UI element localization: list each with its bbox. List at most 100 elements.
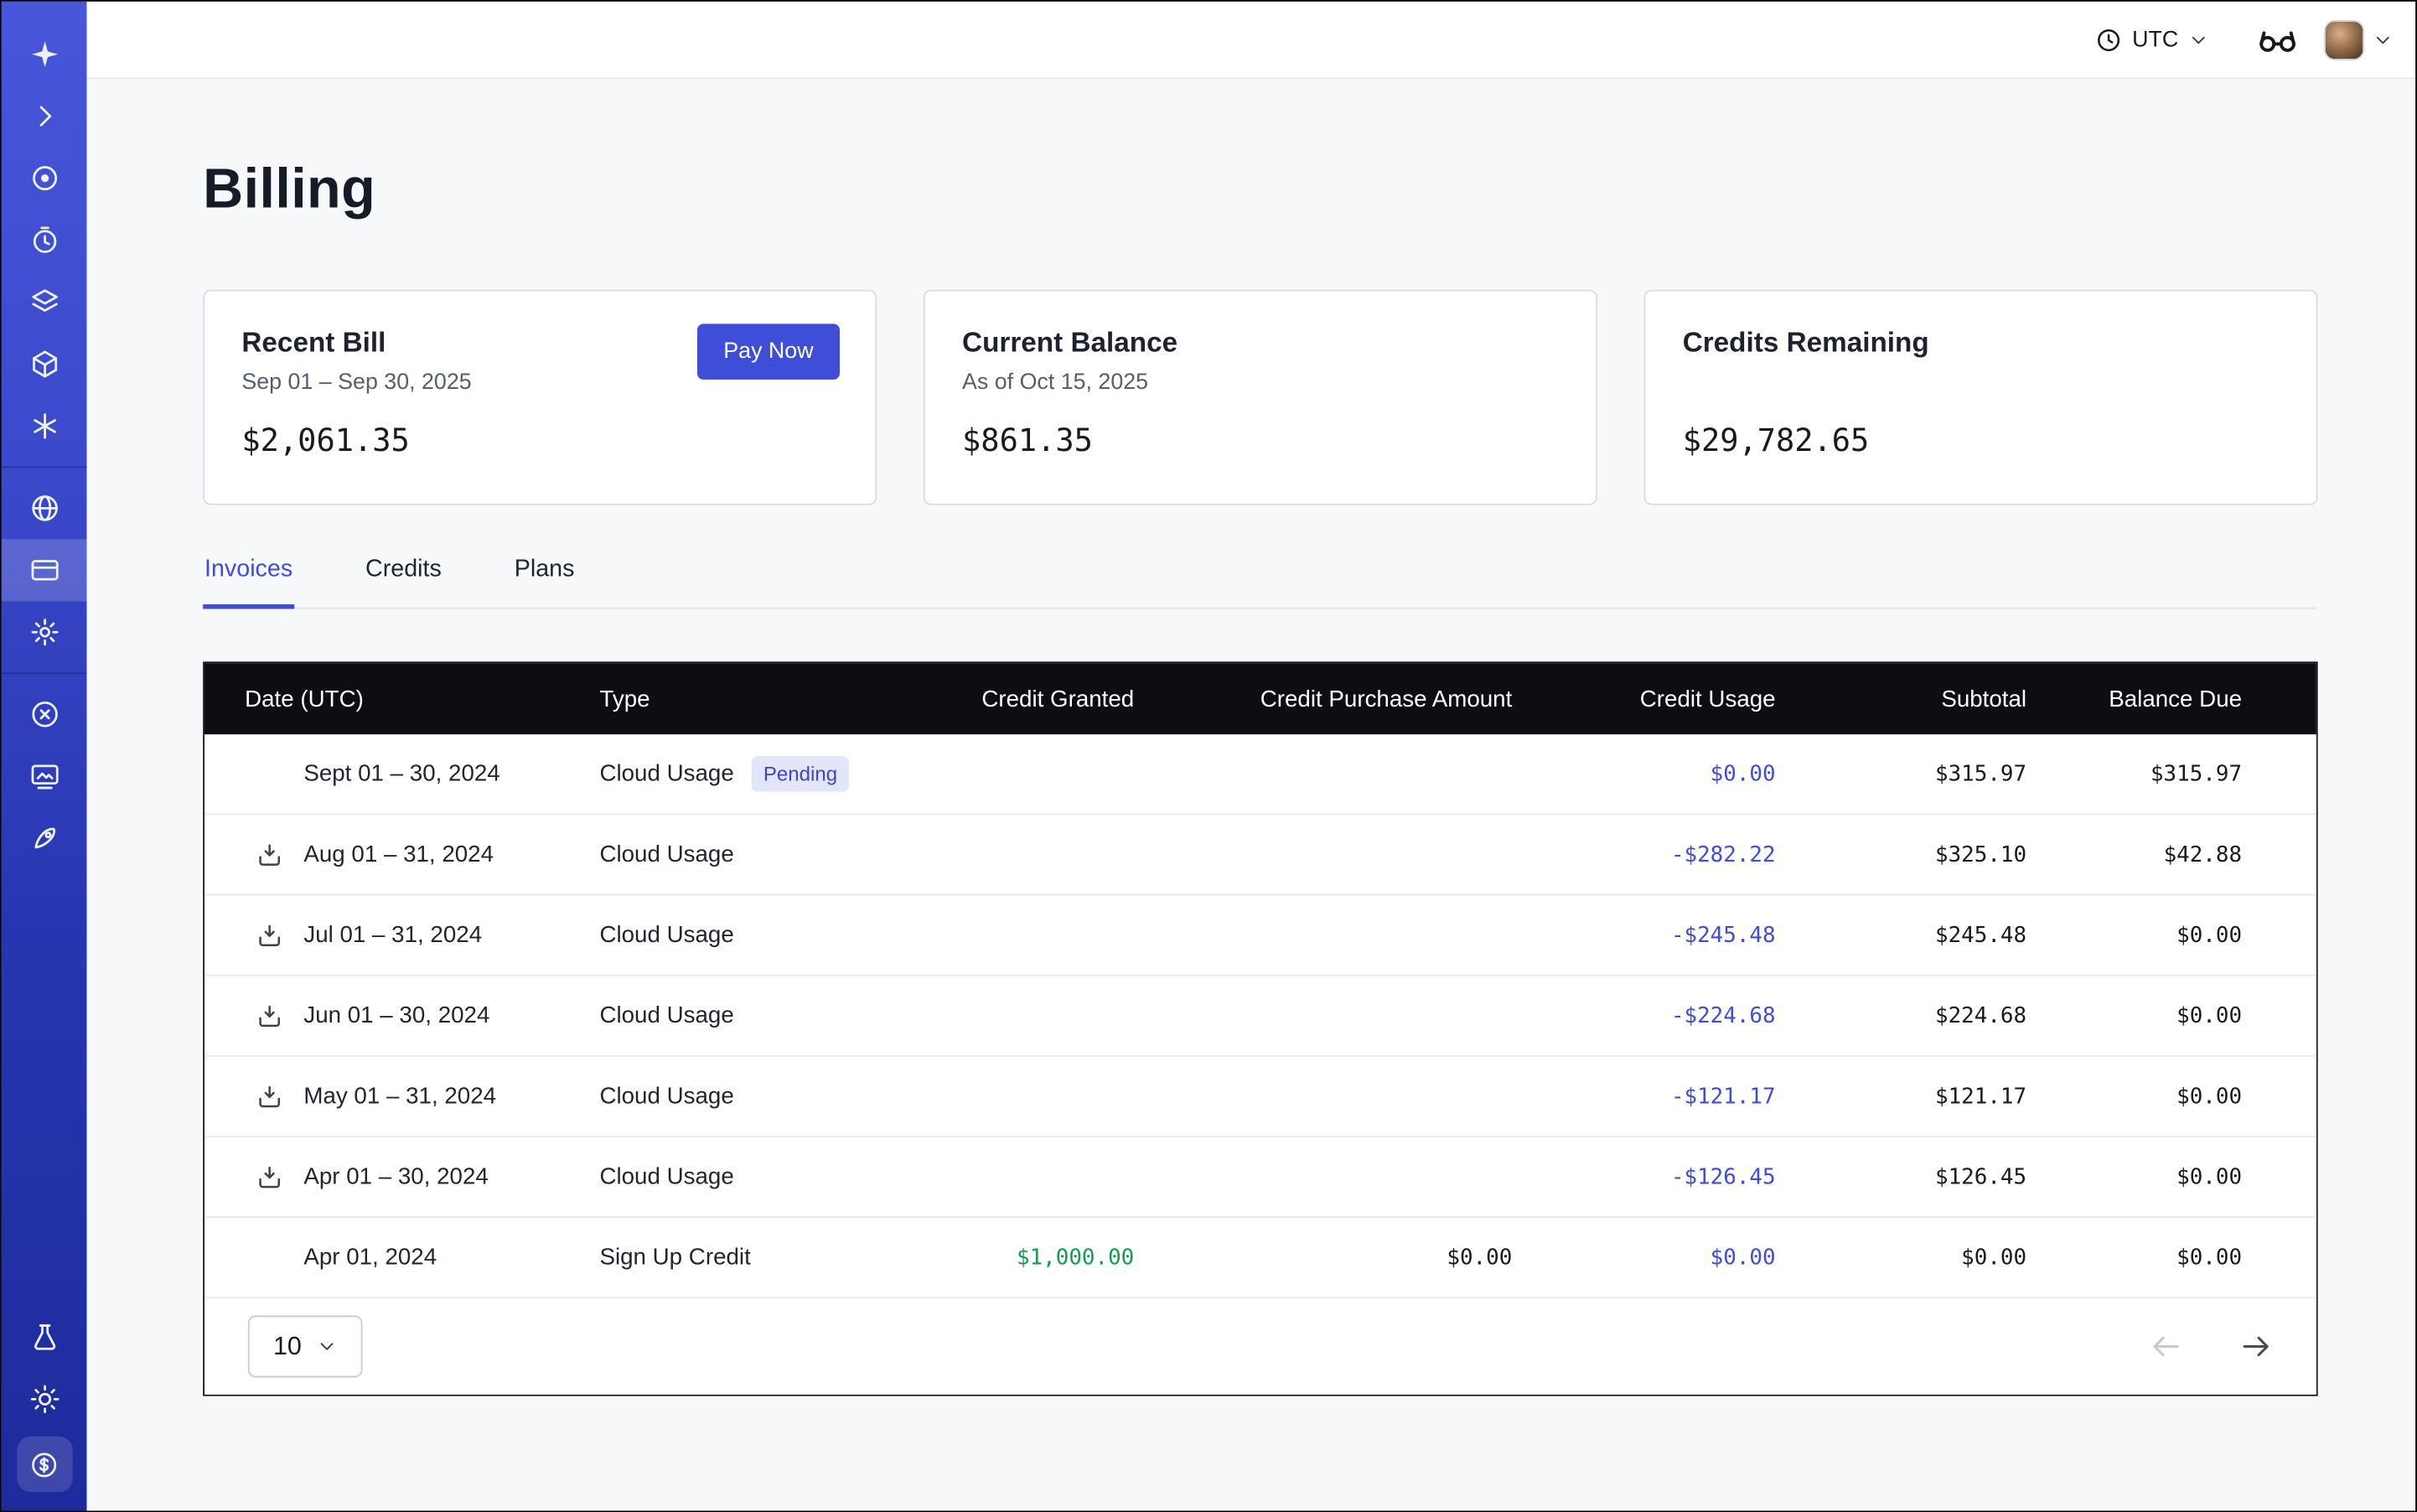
credit-usage-cell: -$126.45 [1512, 1164, 1775, 1189]
gear-icon [28, 617, 60, 648]
invoice-date-cell: Sept 01 – 30, 2024 [204, 760, 599, 788]
sidebar-item-flask[interactable] [2, 1306, 87, 1368]
tab-credits[interactable]: Credits [364, 557, 443, 608]
subtotal-cell: $245.48 [1776, 923, 2026, 948]
invoice-date-cell: Apr 01 – 30, 2024 [204, 1162, 599, 1190]
flask-icon [28, 1322, 60, 1353]
tab-plans[interactable]: Plans [513, 557, 576, 608]
sidebar-item-timer[interactable] [2, 210, 87, 272]
credit-usage-cell: -$224.68 [1512, 1003, 1775, 1028]
sidebar-item-cube[interactable] [2, 333, 87, 395]
sidebar-item-rocket[interactable] [2, 807, 87, 869]
logo-icon [28, 39, 60, 70]
invoice-type-cell: Sign Up Credit [599, 1245, 948, 1271]
tab-invoices[interactable]: Invoices [203, 557, 294, 609]
timezone-label: UTC [2132, 27, 2178, 52]
timezone-selector[interactable]: UTC [2095, 26, 2209, 54]
table-row: Jun 01 – 30, 2024Cloud Usage-$224.68$224… [204, 976, 2316, 1057]
invoice-date: Jul 01 – 31, 2024 [303, 922, 482, 948]
balance-due-cell: $42.88 [2026, 842, 2242, 867]
invoice-type: Cloud Usage [599, 1163, 733, 1189]
sidebar-item-gear[interactable] [2, 601, 87, 663]
balance-due-cell: $0.00 [2026, 1245, 2242, 1270]
credit-purchase-cell: $0.00 [1134, 1245, 1512, 1270]
chevron-down-icon [316, 1336, 338, 1358]
column-header: Credit Granted [948, 686, 1134, 712]
invoice-date-cell: Apr 01, 2024 [204, 1244, 599, 1271]
subtotal-cell: $315.97 [1776, 762, 2026, 787]
card-title: Credits Remaining [1683, 327, 2280, 360]
invoice-type-cell: Cloud Usage [599, 1083, 948, 1109]
invoice-date-cell: Jul 01 – 31, 2024 [204, 921, 599, 949]
invoice-type: Cloud Usage [599, 1002, 733, 1028]
glasses-icon[interactable] [2256, 18, 2300, 61]
main-content: Billing Recent Bill Sep 01 – Sep 30, 202… [87, 79, 2416, 1510]
next-page-button[interactable] [2238, 1329, 2273, 1364]
sidebar-item-layers[interactable] [2, 272, 87, 334]
previous-page-button[interactable] [2149, 1329, 2183, 1364]
sidebar-item-asterisk[interactable] [2, 395, 87, 457]
card-amount: $2,061.35 [241, 422, 838, 458]
table-row: Apr 01, 2024Sign Up Credit$1,000.00$0.00… [204, 1218, 2316, 1298]
invoice-type: Cloud Usage [599, 922, 733, 948]
sidebar-item-target[interactable] [2, 148, 87, 210]
column-header: Type [599, 686, 948, 712]
sidebar-divider [2, 466, 87, 468]
invoice-date-cell: May 01 – 31, 2024 [204, 1082, 599, 1110]
download-invoice-icon[interactable] [256, 1162, 283, 1190]
column-header: Credit Purchase Amount [1134, 686, 1512, 712]
sidebar-item-monitor[interactable] [2, 745, 87, 807]
target-icon [28, 163, 60, 194]
card-amount: $29,782.65 [1683, 422, 2280, 458]
chevron-right-icon [28, 101, 60, 132]
card-subtitle: As of Oct 15, 2025 [962, 370, 1559, 396]
invoice-type: Sign Up Credit [599, 1245, 750, 1271]
layers-icon [28, 287, 60, 318]
sidebar-item-sun[interactable] [2, 1368, 87, 1430]
chevron-down-icon[interactable] [2372, 28, 2394, 50]
sidebar [2, 2, 87, 1511]
timer-icon [28, 225, 60, 256]
status-badge: Pending [751, 756, 850, 792]
download-invoice-icon[interactable] [256, 841, 283, 868]
balance-due-cell: $0.00 [2026, 1003, 2242, 1028]
chevron-down-icon [2187, 28, 2209, 50]
pagination [2149, 1329, 2273, 1364]
table-header: Date (UTC)TypeCredit GrantedCredit Purch… [204, 663, 2316, 734]
download-invoice-icon[interactable] [256, 921, 283, 949]
column-header: Date (UTC) [204, 686, 599, 712]
invoice-type: Cloud Usage [599, 1083, 733, 1109]
subtotal-cell: $325.10 [1776, 842, 2026, 867]
globe-icon [28, 493, 60, 524]
download-invoice-icon[interactable] [256, 1082, 283, 1110]
invoice-type-cell: Cloud Usage [599, 922, 948, 948]
sidebar-divider [2, 672, 87, 674]
subtotal-cell: $224.68 [1776, 1003, 2026, 1028]
credit-usage-cell: $0.00 [1512, 1245, 1775, 1270]
table-row: Jul 01 – 31, 2024Cloud Usage-$245.48$245… [204, 896, 2316, 976]
download-invoice-icon[interactable] [256, 1002, 283, 1029]
card-icon [28, 555, 60, 586]
page-size-select[interactable]: 10 [248, 1316, 363, 1378]
clock-icon [2095, 26, 2123, 54]
sidebar-item-logo[interactable] [2, 23, 87, 85]
page-size-value: 10 [273, 1332, 302, 1361]
card-subtitle [1683, 370, 2280, 396]
pay-now-button[interactable]: Pay Now [697, 324, 840, 380]
page-title: Billing [203, 157, 2317, 222]
sidebar-item-circle-x[interactable] [2, 683, 87, 745]
subtotal-cell: $126.45 [1776, 1164, 2026, 1189]
table-row: Apr 01 – 30, 2024 Cloud Usage -$126.45$126… [204, 1137, 2316, 1218]
sidebar-item-chevron-right[interactable] [2, 85, 87, 148]
avatar[interactable] [2324, 19, 2364, 60]
credits-remaining-card: Credits Remaining $29,782.65 [1643, 290, 2317, 505]
invoice-type-cell: Cloud UsagePending [599, 756, 948, 792]
sidebar-item-globe[interactable] [2, 477, 87, 539]
sidebar-spacer [2, 869, 87, 1306]
sidebar-item-dollar[interactable] [16, 1437, 72, 1493]
invoice-date: Apr 01 – 30, 2024 [303, 1163, 488, 1189]
invoice-date-cell: Aug 01 – 31, 2024 [204, 841, 599, 868]
sidebar-item-card[interactable] [2, 539, 87, 601]
app-window: UTC Billing Recent Bill Sep 01 – Sep 30,… [0, 0, 2417, 1512]
table-row: Sept 01 – 30, 2024Cloud UsagePending$0.0… [204, 734, 2316, 815]
